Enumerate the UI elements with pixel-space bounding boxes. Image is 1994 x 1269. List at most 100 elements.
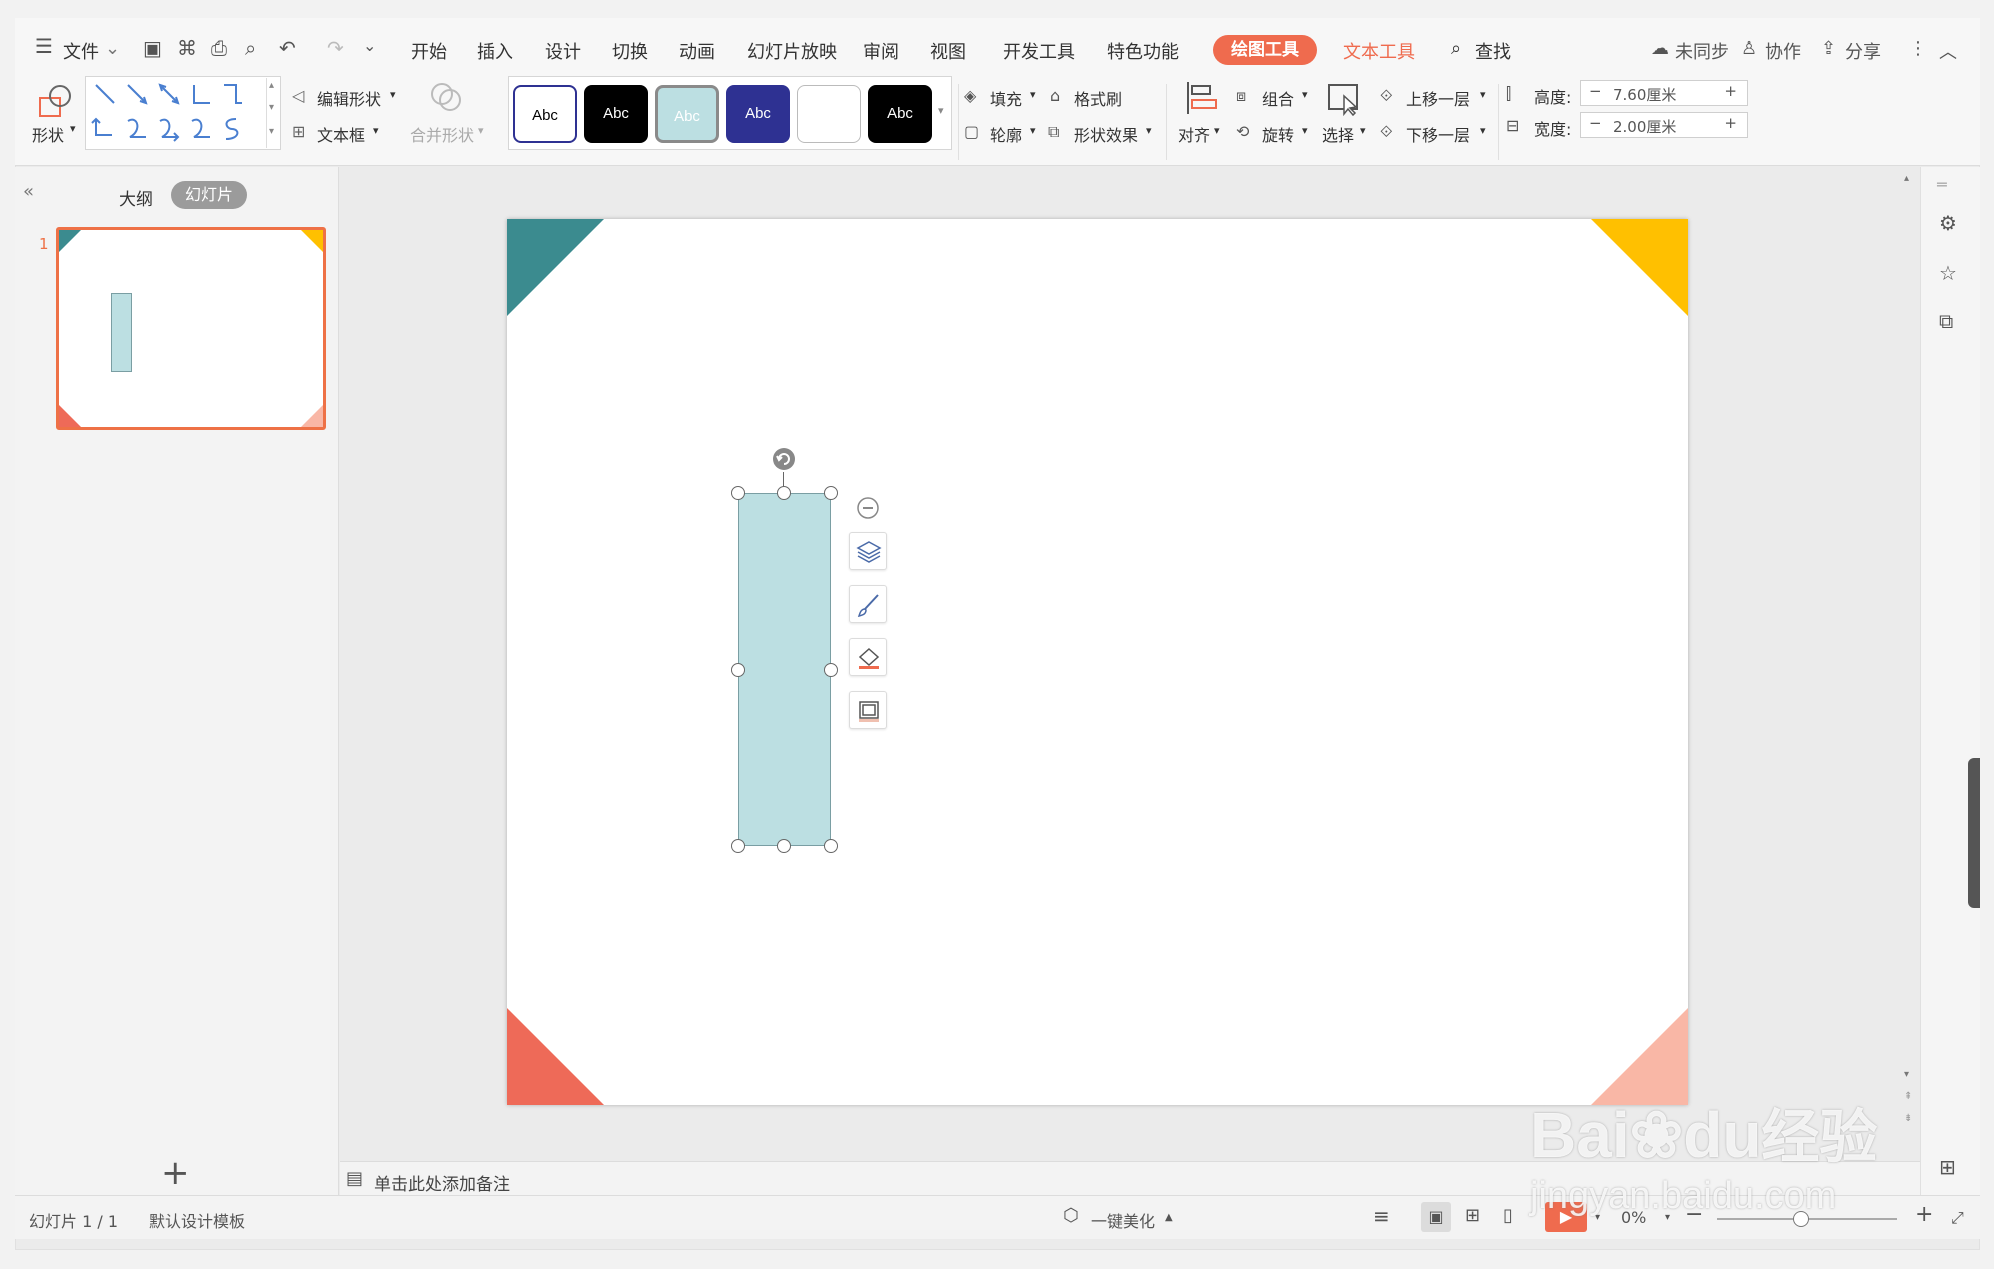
chevron-down-icon[interactable]: ▾ (1480, 88, 1486, 101)
tab-special[interactable]: 特色功能 (1107, 38, 1179, 64)
undo-icon[interactable]: ↶ (279, 36, 296, 60)
collapse-toolbar-icon[interactable] (856, 496, 880, 520)
width-input[interactable]: − 2.00厘米 + (1580, 112, 1748, 138)
fill-button[interactable]: 填充 (990, 86, 1022, 110)
more-icon[interactable]: ⋮ (1909, 38, 1927, 59)
tab-home[interactable]: 开始 (411, 38, 447, 64)
collapse-ribbon-icon[interactable]: ︿ (1939, 38, 1957, 64)
corner-triangle-bottom-left[interactable] (507, 1008, 604, 1105)
send-backward-button[interactable]: 下移一层 (1406, 122, 1470, 146)
reading-view-icon[interactable]: ▯ (1503, 1205, 1513, 1226)
tab-slideshow[interactable]: 幻灯片放映 (747, 38, 837, 64)
chevron-up-icon[interactable]: ▲ (1165, 1212, 1173, 1223)
chevron-down-icon[interactable]: ▾ (1302, 88, 1308, 101)
merge-shapes-button[interactable]: 合并形状 (410, 122, 474, 146)
style-preset-1[interactable]: Abc (513, 85, 577, 143)
style-preset-4[interactable]: Abc (726, 85, 790, 143)
file-menu[interactable]: 文件 (63, 38, 99, 64)
selected-rectangle[interactable] (738, 493, 831, 846)
layers-button[interactable] (849, 532, 887, 570)
gallery-scroll[interactable]: ▴ ▾ ▾ (266, 78, 280, 148)
edit-shape-button[interactable]: 编辑形状 (317, 86, 381, 110)
tab-view[interactable]: 视图 (930, 38, 966, 64)
tab-insert[interactable]: 插入 (477, 38, 513, 64)
height-input[interactable]: − 7.60厘米 + (1580, 80, 1748, 106)
resize-handle-s[interactable] (777, 839, 791, 853)
height-value[interactable]: 7.60厘米 (1613, 84, 1676, 105)
chevron-down-icon[interactable]: ▾ (1480, 124, 1486, 137)
collapse-pane-icon[interactable]: « (23, 181, 34, 202)
chevron-down-icon[interactable]: ▾ (1146, 124, 1152, 137)
tab-review[interactable]: 审阅 (863, 38, 899, 64)
template-name[interactable]: 默认设计模板 (149, 1208, 245, 1232)
chevron-down-icon[interactable]: ▾ (1214, 124, 1220, 137)
style-preset-5[interactable] (797, 85, 861, 143)
hamburger-icon[interactable]: ☰ (35, 34, 53, 58)
chevron-down-icon[interactable]: ▾ (1030, 88, 1036, 101)
normal-view-icon[interactable]: ▣ (1421, 1202, 1451, 1232)
slide-sorter-icon[interactable]: ⊞ (1465, 1205, 1480, 1226)
style-preset-2[interactable]: Abc (584, 85, 648, 143)
tab-drawing-tools[interactable]: 绘图工具 (1213, 35, 1317, 65)
print-icon[interactable]: ⎙ (211, 36, 227, 60)
width-decrease[interactable]: − (1589, 114, 1602, 132)
search-icon[interactable]: ⌕ (1451, 38, 1461, 59)
notes-placeholder[interactable]: 单击此处添加备注 (374, 1170, 510, 1195)
gallery-expand-icon[interactable]: ▾ (938, 104, 944, 117)
shapes-button[interactable]: 形状 (32, 122, 64, 146)
customize-icon[interactable]: ⌄ (363, 36, 376, 55)
collab-button[interactable]: 协作 (1765, 38, 1801, 64)
bring-forward-button[interactable]: 上移一层 (1406, 86, 1470, 110)
resize-handle-ne[interactable] (824, 486, 838, 500)
corner-triangle-top-left[interactable] (507, 219, 604, 316)
chevron-down-icon[interactable]: ⌄ (105, 38, 120, 59)
corner-triangle-top-right[interactable] (1591, 219, 1688, 316)
format-painter-button[interactable]: 格式刷 (1074, 86, 1122, 110)
drag-handle-icon[interactable]: ═ (1937, 175, 1947, 194)
print-preview-icon[interactable]: ⌕ (245, 36, 256, 60)
resize-handle-n[interactable] (777, 486, 791, 500)
save-icon[interactable]: ▣ (143, 36, 162, 60)
slide[interactable] (507, 219, 1688, 1105)
format-brush-icon[interactable]: ⌘ (177, 36, 197, 60)
rotate-handle-icon[interactable] (771, 446, 797, 472)
outline-button[interactable]: 轮廓 (990, 122, 1022, 146)
outline-tab[interactable]: 大纲 (119, 185, 153, 210)
chevron-down-icon[interactable]: ▾ (373, 124, 379, 137)
redo-icon[interactable]: ↷ (327, 36, 344, 60)
outline-button-float[interactable] (849, 691, 887, 729)
resize-handle-nw[interactable] (731, 486, 745, 500)
fit-window-icon[interactable]: ⤢ (1951, 1208, 1964, 1228)
notes-toggle-icon[interactable]: ≡ (1373, 1204, 1390, 1228)
tab-design[interactable]: 设计 (545, 38, 581, 64)
tab-developer[interactable]: 开发工具 (1003, 38, 1075, 64)
chevron-down-icon[interactable]: ▾ (1360, 124, 1366, 137)
style-preset-6[interactable]: Abc (868, 85, 932, 143)
select-button[interactable]: 选择 (1322, 122, 1354, 146)
line-shapes-gallery[interactable] (85, 76, 281, 150)
style-brush-button[interactable] (849, 585, 887, 623)
fill-button-float[interactable] (849, 638, 887, 676)
chevron-down-icon[interactable]: ▾ (390, 88, 396, 101)
sync-status[interactable]: 未同步 (1675, 38, 1729, 64)
rotate-button[interactable]: 旋转 (1262, 122, 1294, 146)
group-button[interactable]: 组合 (1262, 86, 1294, 110)
resize-handle-sw[interactable] (731, 839, 745, 853)
share-button[interactable]: 分享 (1845, 38, 1881, 64)
height-decrease[interactable]: − (1589, 82, 1602, 100)
shape-effect-button[interactable]: 形状效果 (1074, 122, 1138, 146)
tab-transitions[interactable]: 切换 (612, 38, 648, 64)
resize-handle-w[interactable] (731, 663, 745, 677)
grid-view-icon[interactable]: ⊞ (1939, 1155, 1956, 1179)
shape-styles-gallery[interactable]: Abc Abc Abc Abc Abc (508, 76, 952, 150)
chevron-down-icon[interactable]: ▾ (70, 122, 76, 135)
tab-animations[interactable]: 动画 (679, 38, 715, 64)
transition-icon[interactable]: ⧉ (1939, 309, 1953, 333)
shapes-icon[interactable] (36, 82, 76, 122)
chevron-down-icon[interactable]: ▾ (1302, 124, 1308, 137)
style-preset-3[interactable]: Abc (655, 85, 719, 143)
zoom-in-icon[interactable]: + (1915, 1202, 1933, 1227)
add-slide-icon[interactable]: + (161, 1153, 190, 1193)
beautify-button[interactable]: 一键美化 (1091, 1208, 1155, 1232)
slides-tab[interactable]: 幻灯片 (171, 181, 248, 209)
